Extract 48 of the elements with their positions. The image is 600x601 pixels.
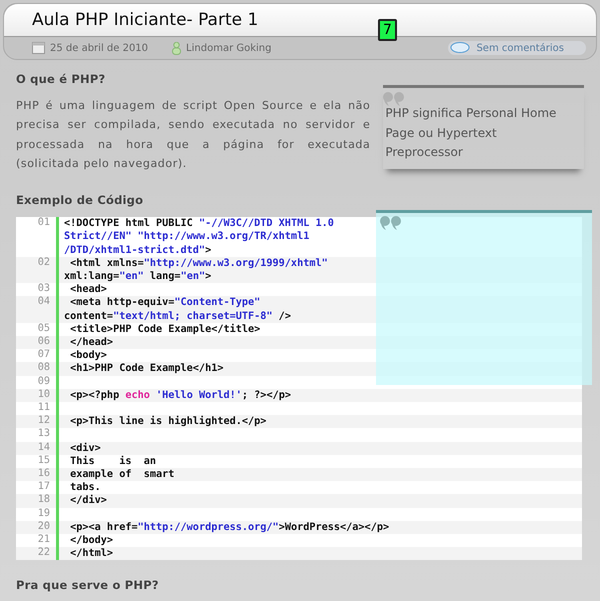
post-date: 25 de abril de 2010	[50, 42, 148, 54]
paragraph: PHP é uma linguagem de script Open Source e ela não precisa ser compilada, sendo executada no servidor e processada na hora que a página for executada (solicitada pelo navegador).	[16, 98, 370, 172]
code-line: <p><?php echo 'Hello World!'; ?></p>	[69, 388, 291, 402]
code-line: </head>	[69, 336, 114, 350]
line-number: 22	[16, 547, 59, 560]
calendar-icon	[32, 42, 45, 54]
line-number: 14	[16, 442, 59, 455]
code-line: <title>PHP Code Example</title>	[69, 322, 260, 336]
section-heading: Exemplo de Código	[16, 193, 144, 208]
code-line: <p>This line is highlighted.</p>	[69, 415, 266, 428]
code-line: <!DOCTYPE html PUBLIC "-//W3C//DTD XHTML 1.0	[64, 217, 334, 230]
code-line: </div>	[69, 494, 107, 508]
user-icon	[172, 42, 182, 54]
section-heading: O que é PHP?	[16, 72, 106, 86]
code-line: <div>	[69, 442, 101, 455]
code-line: This is an	[69, 454, 156, 468]
code-line: content="text/html; charset=UTF-8" />	[64, 310, 291, 323]
line-number: 06	[16, 336, 59, 350]
line-number: 02	[16, 256, 59, 284]
code-line: <html xmlns="http://www.w3.org/1999/xhtml"	[69, 256, 328, 270]
code-line: example of smart	[69, 468, 174, 482]
post-title: Aula PHP Iniciante- Parte 1	[32, 10, 258, 30]
count-badge: 7	[378, 19, 397, 41]
comments-link[interactable]: Sem comentários	[448, 41, 586, 55]
code-line: <body>	[69, 349, 107, 362]
code-line: <head>	[69, 283, 107, 296]
quote-icon	[380, 216, 402, 230]
line-number: 16	[16, 468, 59, 482]
line-number: 20	[16, 520, 59, 534]
code-line: <p><a href="http://wordpress.org/">WordPress</a></p>	[69, 520, 390, 534]
code-line: <h1>PHP Code Example</h1>	[69, 362, 224, 376]
code-line: <meta http-equiv="Content-Type"	[69, 296, 260, 310]
quote-text: PHP significa Personal Home Page ou Hypertext Preprocessor	[385, 105, 558, 161]
section-heading: Pra que serve o PHP?	[16, 578, 160, 592]
quote-icon	[383, 92, 406, 106]
code-line: /DTD/xhtml1-strict.dtd">	[64, 244, 212, 257]
line-number: 12	[16, 415, 59, 428]
post-author[interactable]: Lindomar Goking	[186, 42, 272, 54]
code-line: tabs.	[69, 481, 101, 494]
line-number: 18	[16, 494, 59, 508]
line-number: 08	[16, 362, 59, 376]
speech-bubble-icon	[450, 42, 470, 54]
code-line: Strict//EN" "http://www.w3.org/TR/xhtml1	[64, 230, 310, 244]
code-line: xml:lang="en" lang="en">	[64, 270, 212, 284]
code-line: </html>	[69, 547, 114, 560]
line-number: 10	[16, 388, 59, 402]
code-line: </body>	[69, 534, 114, 548]
line-number: 04	[16, 296, 59, 323]
